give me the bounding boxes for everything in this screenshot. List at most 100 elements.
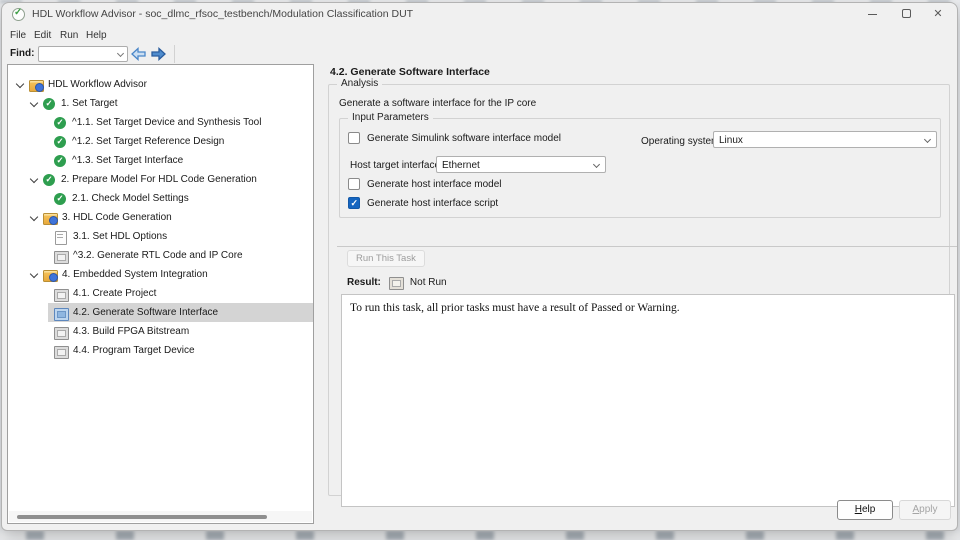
tree-item-1-3-set-target-interface[interactable]: ^1.3. Set Target Interface — [8, 151, 313, 170]
passed-check-icon — [43, 98, 56, 110]
menu-file[interactable]: File — [6, 28, 30, 43]
host-target-interface-label: Host target interface — [350, 160, 440, 171]
tree-item-label: 1. Set Target — [61, 98, 118, 109]
task-selected-icon — [54, 307, 68, 319]
window-title: HDL Workflow Advisor - soc_dlmc_rfsoc_te… — [32, 8, 413, 20]
help-button[interactable]: Help — [837, 500, 893, 520]
run-this-task-button[interactable]: Run This Task — [347, 250, 425, 267]
tree-item-label: 2. Prepare Model For HDL Code Generation — [61, 174, 257, 185]
tree-item-label: 4.4. Program Target Device — [73, 345, 195, 356]
chevron-down-icon[interactable] — [30, 176, 38, 184]
checkbox-unchecked-icon[interactable] — [348, 132, 360, 144]
task-icon — [54, 326, 68, 338]
tree-item-4-2-generate-software-interface[interactable]: 4.2. Generate Software Interface — [8, 303, 313, 322]
tree-item-4-1-create-project[interactable]: 4.1. Create Project — [8, 284, 313, 303]
chevron-down-icon[interactable] — [30, 100, 38, 108]
minimize-icon — [868, 14, 877, 15]
arrow-left-icon — [130, 46, 148, 62]
passed-check-icon — [54, 155, 67, 167]
task-icon — [54, 250, 68, 262]
result-label: Result: — [347, 277, 381, 288]
checkbox-label: Generate host interface script — [367, 198, 498, 209]
folder-icon — [29, 79, 43, 91]
tree-item-label: ^1.2. Set Target Reference Design — [72, 136, 224, 147]
minimize-button[interactable] — [855, 3, 889, 25]
chevron-down-icon[interactable] — [30, 214, 38, 222]
arrow-right-icon — [149, 46, 167, 62]
tree-item-4-4-program-target-device[interactable]: 4.4. Program Target Device — [8, 341, 313, 360]
maximize-icon — [902, 9, 911, 18]
tree-item-4-3-build-fpga-bitstream[interactable]: 4.3. Build FPGA Bitstream — [8, 322, 313, 341]
tree-item-2-prepare-model[interactable]: 2. Prepare Model For HDL Code Generation — [8, 170, 313, 189]
generate-host-script-checkbox-row[interactable]: Generate host interface script — [348, 197, 498, 209]
folder-icon — [43, 212, 57, 224]
tree-item-3-1-set-hdl-options[interactable]: 3.1. Set HDL Options — [8, 227, 313, 246]
tree-item-label: 2.1. Check Model Settings — [72, 193, 189, 204]
desktop-background-bottom — [0, 531, 960, 540]
find-combobox[interactable] — [38, 46, 128, 62]
task-title: 4.2. Generate Software Interface — [330, 66, 490, 78]
scrollbar-thumb[interactable] — [17, 515, 267, 519]
app-check-icon — [12, 8, 25, 21]
checkbox-unchecked-icon[interactable] — [348, 178, 360, 190]
chevron-down-icon[interactable] — [30, 271, 38, 279]
task-description: Generate a software interface for the IP… — [339, 98, 536, 109]
task-icon — [54, 345, 68, 357]
passed-check-icon — [54, 136, 67, 148]
tree-item-1-set-target[interactable]: 1. Set Target — [8, 94, 313, 113]
tree-item-3-hdl-code-generation[interactable]: 3. HDL Code Generation — [8, 208, 313, 227]
folder-icon — [43, 269, 57, 281]
maximize-button[interactable] — [889, 3, 923, 25]
tree-item-label: 4. Embedded System Integration — [62, 269, 208, 280]
tree-item-1-1-set-target-device[interactable]: ^1.1. Set Target Device and Synthesis To… — [8, 113, 313, 132]
generate-simulink-model-checkbox-row[interactable]: Generate Simulink software interface mod… — [348, 132, 561, 144]
tree-item-hdl-workflow-advisor[interactable]: HDL Workflow Advisor — [8, 75, 313, 94]
result-row: Result: Not Run — [347, 277, 447, 288]
tree-item-label: 3. HDL Code Generation — [62, 212, 172, 223]
close-button[interactable]: ✕ — [921, 3, 955, 25]
menu-help[interactable]: Help — [82, 28, 111, 43]
dropdown-value: Linux — [719, 135, 743, 146]
task-icon — [54, 288, 68, 300]
hdl-workflow-advisor-window: HDL Workflow Advisor - soc_dlmc_rfsoc_te… — [1, 2, 958, 531]
find-input[interactable] — [41, 48, 113, 60]
find-next-button[interactable] — [149, 46, 167, 62]
generate-host-model-checkbox-row[interactable]: Generate host interface model — [348, 178, 502, 190]
tree-item-label: ^1.3. Set Target Interface — [72, 155, 183, 166]
tree-item-3-2-generate-rtl-code[interactable]: ^3.2. Generate RTL Code and IP Core — [8, 246, 313, 265]
menu-run[interactable]: Run — [56, 28, 82, 43]
tree-item-label: HDL Workflow Advisor — [48, 79, 147, 90]
tree-item-label: ^3.2. Generate RTL Code and IP Core — [73, 250, 243, 261]
analysis-groupbox: Analysis Generate a software interface f… — [328, 84, 950, 496]
operating-system-label: Operating system: — [641, 136, 722, 147]
result-message: To run this task, all prior tasks must h… — [350, 302, 680, 314]
dropdown-value: Ethernet — [442, 160, 480, 171]
passed-check-icon — [54, 193, 67, 205]
toolbar-separator — [174, 45, 175, 63]
chevron-down-icon[interactable] — [16, 81, 24, 89]
tree-item-label: 4.3. Build FPGA Bitstream — [73, 326, 189, 337]
passed-check-icon — [43, 174, 56, 186]
titlebar[interactable]: HDL Workflow Advisor - soc_dlmc_rfsoc_te… — [2, 3, 957, 26]
operating-system-dropdown[interactable]: Linux — [713, 131, 937, 148]
tree-item-4-embedded-system-integration[interactable]: 4. Embedded System Integration — [8, 265, 313, 284]
not-run-status-icon — [389, 277, 402, 288]
result-message-box: To run this task, all prior tasks must h… — [341, 294, 955, 507]
chevron-down-icon — [593, 161, 600, 168]
tree-horizontal-scrollbar[interactable] — [9, 511, 312, 522]
find-toolbar: Find: — [2, 44, 957, 64]
menu-edit[interactable]: Edit — [30, 28, 55, 43]
close-icon: ✕ — [933, 8, 942, 20]
checkbox-checked-icon[interactable] — [348, 197, 360, 209]
input-parameters-legend: Input Parameters — [348, 112, 433, 123]
apply-button[interactable]: Apply — [899, 500, 951, 520]
result-status: Not Run — [410, 277, 447, 288]
find-previous-button[interactable] — [130, 46, 148, 62]
host-target-interface-dropdown[interactable]: Ethernet — [436, 156, 606, 173]
task-detail-panel: 4.2. Generate Software Interface Analysi… — [320, 64, 957, 530]
tree-item-2-1-check-model-settings[interactable]: 2.1. Check Model Settings — [8, 189, 313, 208]
tree-item-label: 4.1. Create Project — [73, 288, 156, 299]
chevron-down-icon[interactable] — [117, 50, 124, 57]
tree-item-1-2-set-target-reference-design[interactable]: ^1.2. Set Target Reference Design — [8, 132, 313, 151]
tree-item-label: ^1.1. Set Target Device and Synthesis To… — [72, 117, 261, 128]
